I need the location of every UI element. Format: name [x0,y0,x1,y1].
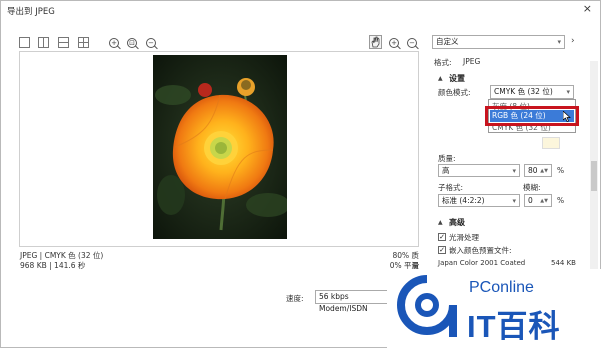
subformat-chevron-icon: ▾ [512,197,516,205]
smooth-checkbox[interactable]: ✓ [438,233,446,241]
view-zoom-in-icon[interactable]: + [389,38,399,48]
pan-hand-icon[interactable] [369,35,382,49]
quality-label: 质量: [438,154,456,163]
quality-value: 高 [442,166,450,175]
preset-select[interactable]: 自定义 ▾ [432,35,565,49]
format-value: JPEG [463,57,481,66]
split-horizontal-view-button[interactable] [58,37,69,48]
color-swatch [542,137,560,149]
profile-name: Japan Color 2001 Coated [438,259,526,267]
advanced-collapse-icon[interactable]: ▲ [438,219,443,226]
color-mode-value: CMYK 色 (32 位) [494,87,553,96]
export-jpeg-dialog: 导出到 JPEG × + ⊡ − + − JPEG | CMYK 色 (32 位… [0,0,602,349]
preset-value: 自定义 [436,37,459,46]
quality-number: 80 [528,166,538,175]
zoom-in-icon[interactable]: + [109,38,119,48]
panel-scrollbar[interactable] [590,61,598,275]
split-vertical-view-button[interactable] [38,37,49,48]
advanced-section-title: 高级 [449,218,465,227]
profile-size: 544 KB [551,259,576,267]
format-label: 格式: [434,58,452,67]
embed-profile-checkbox[interactable]: ✓ [438,246,446,254]
single-view-button[interactable] [19,37,30,48]
subformat-value: 标准 (4:2:2) [442,196,485,205]
subformat-select[interactable]: 标准 (4:2:2) ▾ [438,194,520,207]
blur-unit: % [557,196,565,205]
quality-number-input[interactable]: 80 ▲▼ [524,164,552,177]
quality-unit: % [557,166,565,175]
blur-spinner-icon[interactable]: ▲▼ [540,195,548,207]
blur-label: 模糊: [523,183,541,192]
subformat-label: 子格式: [438,183,464,192]
embed-profile-label: 嵌入颜色预置文件: [449,246,512,255]
zoom-out-icon[interactable]: − [146,38,156,48]
quality-select[interactable]: 高 ▾ [438,164,520,177]
preview-size-info: 968 KB | 141.6 秒 [20,261,86,270]
flower-photo [153,55,287,239]
pconline-logo-icon [397,275,457,337]
blur-number: 0 [528,196,533,205]
blur-number-input[interactable]: 0 ▲▼ [524,194,552,207]
speed-value: 56 kbps Modem/ISDN [319,292,368,313]
color-mode-select[interactable]: CMYK 色 (32 位) ▾ [490,85,574,99]
view-zoom-out-icon[interactable]: − [407,38,417,48]
smooth-label: 光滑处理 [449,233,479,242]
color-mode-chevron-icon: ▾ [566,88,570,96]
preview-format-info: JPEG | CMYK 色 (32 位) [20,251,104,260]
chevron-right-icon[interactable]: › [571,36,575,46]
chevron-down-icon: ▾ [557,38,561,46]
brand-slogan: IT百科 [467,309,561,344]
color-mode-label: 颜色模式: [438,88,471,97]
speed-select[interactable]: 56 kbps Modem/ISDN [315,290,393,313]
mouse-cursor-icon [562,110,571,124]
brand-name: PConline [469,279,534,296]
scrollbar-thumb[interactable] [591,161,597,191]
collapse-triangle-icon[interactable]: ▲ [438,75,443,82]
quality-chevron-icon: ▾ [512,167,516,175]
pconline-watermark: PConline IT百科 [387,269,602,349]
dialog-title: 导出到 JPEG [7,7,55,17]
quad-view-button[interactable] [78,37,89,48]
close-icon[interactable]: × [583,2,592,15]
speed-label: 速度: [286,294,304,303]
settings-section-title: 设置 [449,74,465,83]
spinner-icon[interactable]: ▲▼ [540,165,548,177]
zoom-fit-icon[interactable]: ⊡ [127,38,137,48]
